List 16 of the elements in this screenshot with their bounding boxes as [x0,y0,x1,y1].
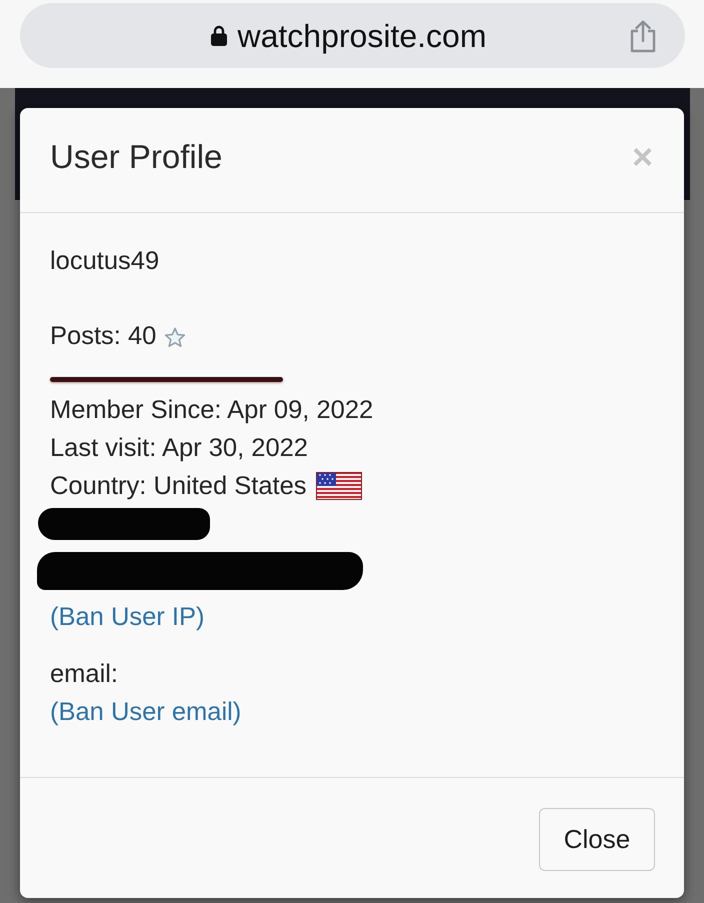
share-icon[interactable] [629,20,657,53]
country-text: Country: United States [50,471,307,502]
profile-text: Last visit: Apr 30, 2022 [50,433,308,464]
lock-icon [210,25,226,46]
address-bar[interactable]: watchprosite.com [20,3,685,68]
flag-icon [316,472,362,500]
url-text: watchprosite.com [238,20,486,52]
ban-link[interactable]: (Ban User IP) [50,598,204,636]
close-button[interactable]: Close [539,808,655,871]
profile-text: Member Since: Apr 09, 2022 [50,395,374,426]
modal-title: User Profile [50,137,222,177]
ban-link[interactable]: (Ban User email) [50,693,242,731]
profile-text: email: [50,659,118,690]
star-icon [164,326,186,348]
profile-text: locutus49 [50,246,160,277]
post-count-text: Posts: 40 [50,321,156,352]
